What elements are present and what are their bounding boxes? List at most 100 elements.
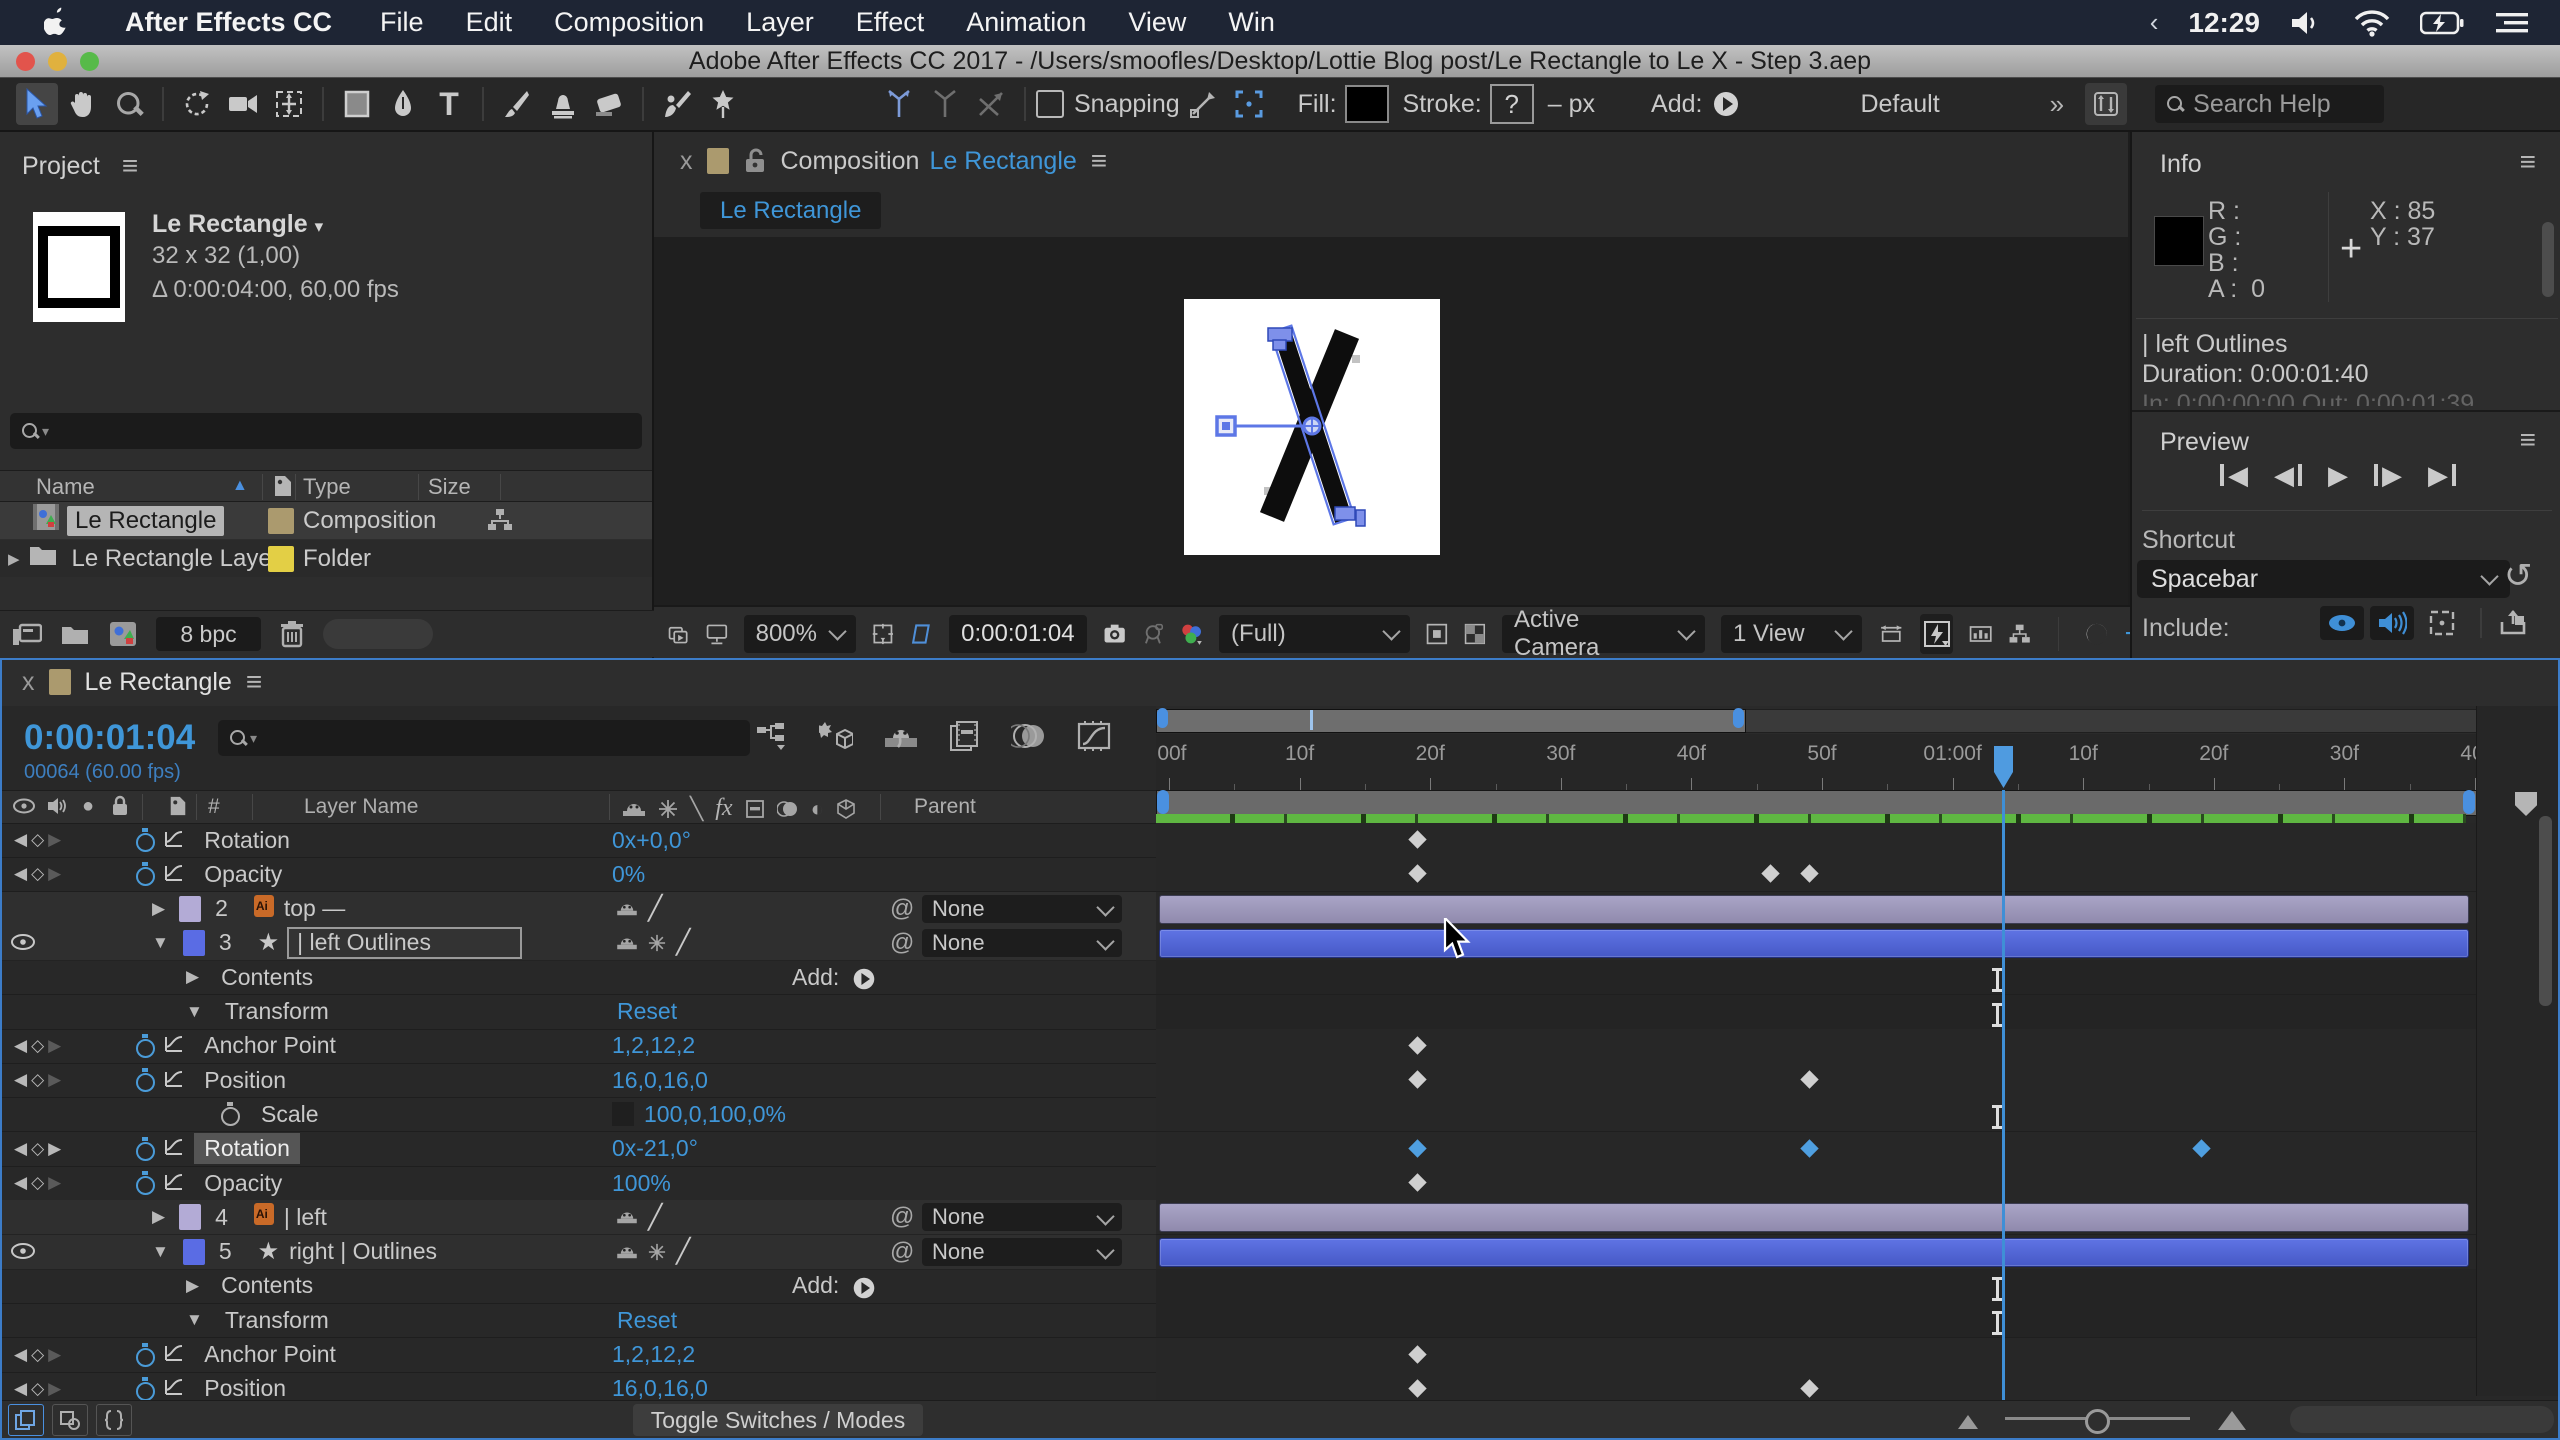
layer-switches[interactable]: ╱: [616, 1237, 690, 1266]
region-of-interest-icon[interactable]: [910, 620, 933, 648]
clone-stamp-tool-button[interactable]: [542, 83, 584, 125]
label-swatch[interactable]: [268, 546, 294, 572]
magnification-dropdown[interactable]: 800%: [744, 615, 856, 653]
timeline-row-track[interactable]: [1156, 1303, 2476, 1338]
trash-icon[interactable]: [279, 620, 305, 648]
stopwatch-icon[interactable]: [135, 1068, 156, 1092]
timeline-row-left[interactable]: ▼3★| left Outlines╱@None: [0, 926, 1156, 961]
include-overlays-toggle[interactable]: [2420, 606, 2464, 640]
local-axis-mode-button[interactable]: [878, 83, 920, 125]
keyframe-diamond[interactable]: [1800, 1070, 1818, 1088]
timeline-row-track[interactable]: [1156, 1166, 2476, 1201]
motion-blur-icon[interactable]: [1011, 721, 1047, 751]
time-ruler[interactable]: :00f10f20f30f40f50f01:00f10f20f30f40f: [1156, 734, 2560, 790]
workspace-selector[interactable]: Default: [1860, 90, 1939, 119]
close-window-button[interactable]: [16, 52, 35, 71]
add-menu-icon[interactable]: [1712, 90, 1740, 118]
column-name[interactable]: Name: [36, 474, 95, 500]
frame-blend-icon[interactable]: [949, 720, 981, 752]
grid-guides-icon[interactable]: [872, 620, 894, 648]
exposure-shutter-icon[interactable]: [2085, 619, 2108, 649]
rotation-tool-button[interactable]: [176, 83, 218, 125]
active-camera-dropdown[interactable]: Active Camera: [1502, 615, 1705, 653]
timeline-row-track[interactable]: [1156, 1235, 2476, 1270]
expand-layer-icon[interactable]: ▶: [152, 1207, 165, 1227]
hand-tool-button[interactable]: [62, 83, 104, 125]
property-name[interactable]: Opacity: [194, 1168, 292, 1199]
fill-color-swatch[interactable]: [1345, 85, 1389, 123]
graph-icon[interactable]: [164, 1032, 184, 1059]
interpret-footage-icon[interactable]: [12, 621, 42, 647]
zoom-out-mountain-icon[interactable]: [1958, 1415, 1978, 1429]
graph-editor-icon[interactable]: [1077, 720, 1111, 752]
minimize-window-button[interactable]: [48, 52, 67, 71]
menu-item-win[interactable]: Win: [1207, 7, 1296, 38]
add-shape-icon[interactable]: [852, 1273, 876, 1300]
composition-label-swatch[interactable]: [707, 148, 729, 174]
project-search-box[interactable]: ▾: [10, 413, 642, 449]
comp-marker-bin[interactable]: [2515, 792, 2537, 816]
include-video-toggle[interactable]: [2320, 606, 2364, 640]
stopwatch-icon[interactable]: [135, 1377, 156, 1401]
layer-switches[interactable]: ╱: [616, 894, 662, 923]
layer-label-swatch[interactable]: [179, 896, 201, 922]
new-composition-icon[interactable]: [108, 620, 138, 648]
parent-pickwhip-icon[interactable]: @: [890, 1238, 914, 1266]
timeline-row-track[interactable]: [1156, 1338, 2476, 1373]
timeline-row-left[interactable]: ◀◇▶Position16,0,16,0: [0, 1063, 1156, 1098]
menu-item-view[interactable]: View: [1107, 7, 1207, 38]
navigator-start-handle[interactable]: [1157, 708, 1168, 728]
property-name[interactable]: Anchor Point: [194, 1030, 346, 1061]
keyframe-diamond[interactable]: [1800, 1379, 1818, 1397]
menu-item-after-effects-cc[interactable]: After Effects CC: [104, 7, 353, 38]
viewer-timecode[interactable]: 0:00:01:04: [949, 615, 1086, 653]
expand-layer-icon[interactable]: ▼: [152, 1242, 169, 1262]
reset-link[interactable]: Reset: [617, 1307, 677, 1334]
layer-name-column-label[interactable]: Layer Name: [304, 795, 418, 819]
battery-charging-icon[interactable]: [2420, 10, 2464, 36]
mini-flowchart-icon[interactable]: [755, 721, 789, 751]
close-timeline-tab[interactable]: x: [22, 668, 35, 697]
eye-toggle[interactable]: [10, 929, 44, 956]
timeline-row-left[interactable]: ◀◇▶Rotation0x+0,0°: [0, 823, 1156, 858]
stopwatch-icon[interactable]: [220, 1102, 241, 1126]
layer-duration-bar[interactable]: [1159, 895, 2469, 924]
add-shape-icon[interactable]: [852, 964, 876, 991]
timeline-row-track[interactable]: [1156, 926, 2476, 961]
camera-tool-button[interactable]: [222, 83, 264, 125]
keyframe-diamond[interactable]: [1408, 1070, 1426, 1088]
roto-brush-tool-button[interactable]: [656, 83, 698, 125]
close-tab-button[interactable]: x: [680, 147, 693, 176]
keyframe-diamond[interactable]: [1800, 865, 1818, 883]
graph-icon[interactable]: [164, 1375, 184, 1402]
snap-option-2-button[interactable]: [1228, 83, 1270, 125]
pixel-aspect-icon[interactable]: [1878, 621, 1904, 647]
timeline-row-left[interactable]: ▶2top —╱@None: [0, 892, 1156, 927]
info-tab[interactable]: Info: [2160, 150, 2202, 178]
menu-item-file[interactable]: File: [359, 7, 445, 38]
stroke-label[interactable]: Stroke:: [1403, 90, 1482, 119]
timeline-row-track[interactable]: [1156, 892, 2476, 927]
info-scrollbar[interactable]: [2542, 222, 2554, 297]
property-name[interactable]: Anchor Point: [194, 1339, 346, 1370]
time-navigator[interactable]: [1156, 706, 2476, 734]
project-row[interactable]: Le RectangleComposition: [0, 502, 652, 539]
timeline-row-left[interactable]: ◀◇▶Rotation0x-21,0°: [0, 1132, 1156, 1167]
expand-group-icon[interactable]: ▼: [186, 1002, 203, 1022]
stopwatch-icon[interactable]: [135, 1137, 156, 1161]
property-value[interactable]: 16,0,16,0: [612, 1375, 708, 1402]
text-tool-button[interactable]: T: [428, 83, 470, 125]
layer-name[interactable]: | left Outlines: [287, 927, 522, 959]
preview-tab[interactable]: Preview: [2160, 428, 2249, 456]
timeline-row-left[interactable]: ▶ContentsAdd:: [0, 1269, 1156, 1304]
menu-clock[interactable]: 12:29: [2188, 7, 2260, 39]
keyframe-diamond[interactable]: [1408, 1379, 1426, 1397]
export-icon[interactable]: [2498, 608, 2528, 638]
parent-pickwhip-icon[interactable]: @: [890, 1203, 914, 1231]
help-search-box[interactable]: Search Help: [2155, 85, 2384, 123]
property-value[interactable]: 1,2,12,2: [612, 1032, 695, 1059]
timeline-row-left[interactable]: ◀◇▶Anchor Point1,2,12,2: [0, 1338, 1156, 1373]
graph-icon[interactable]: [164, 827, 184, 854]
composition-tab-label[interactable]: Composition: [781, 147, 920, 176]
label-swatch[interactable]: [268, 508, 294, 534]
